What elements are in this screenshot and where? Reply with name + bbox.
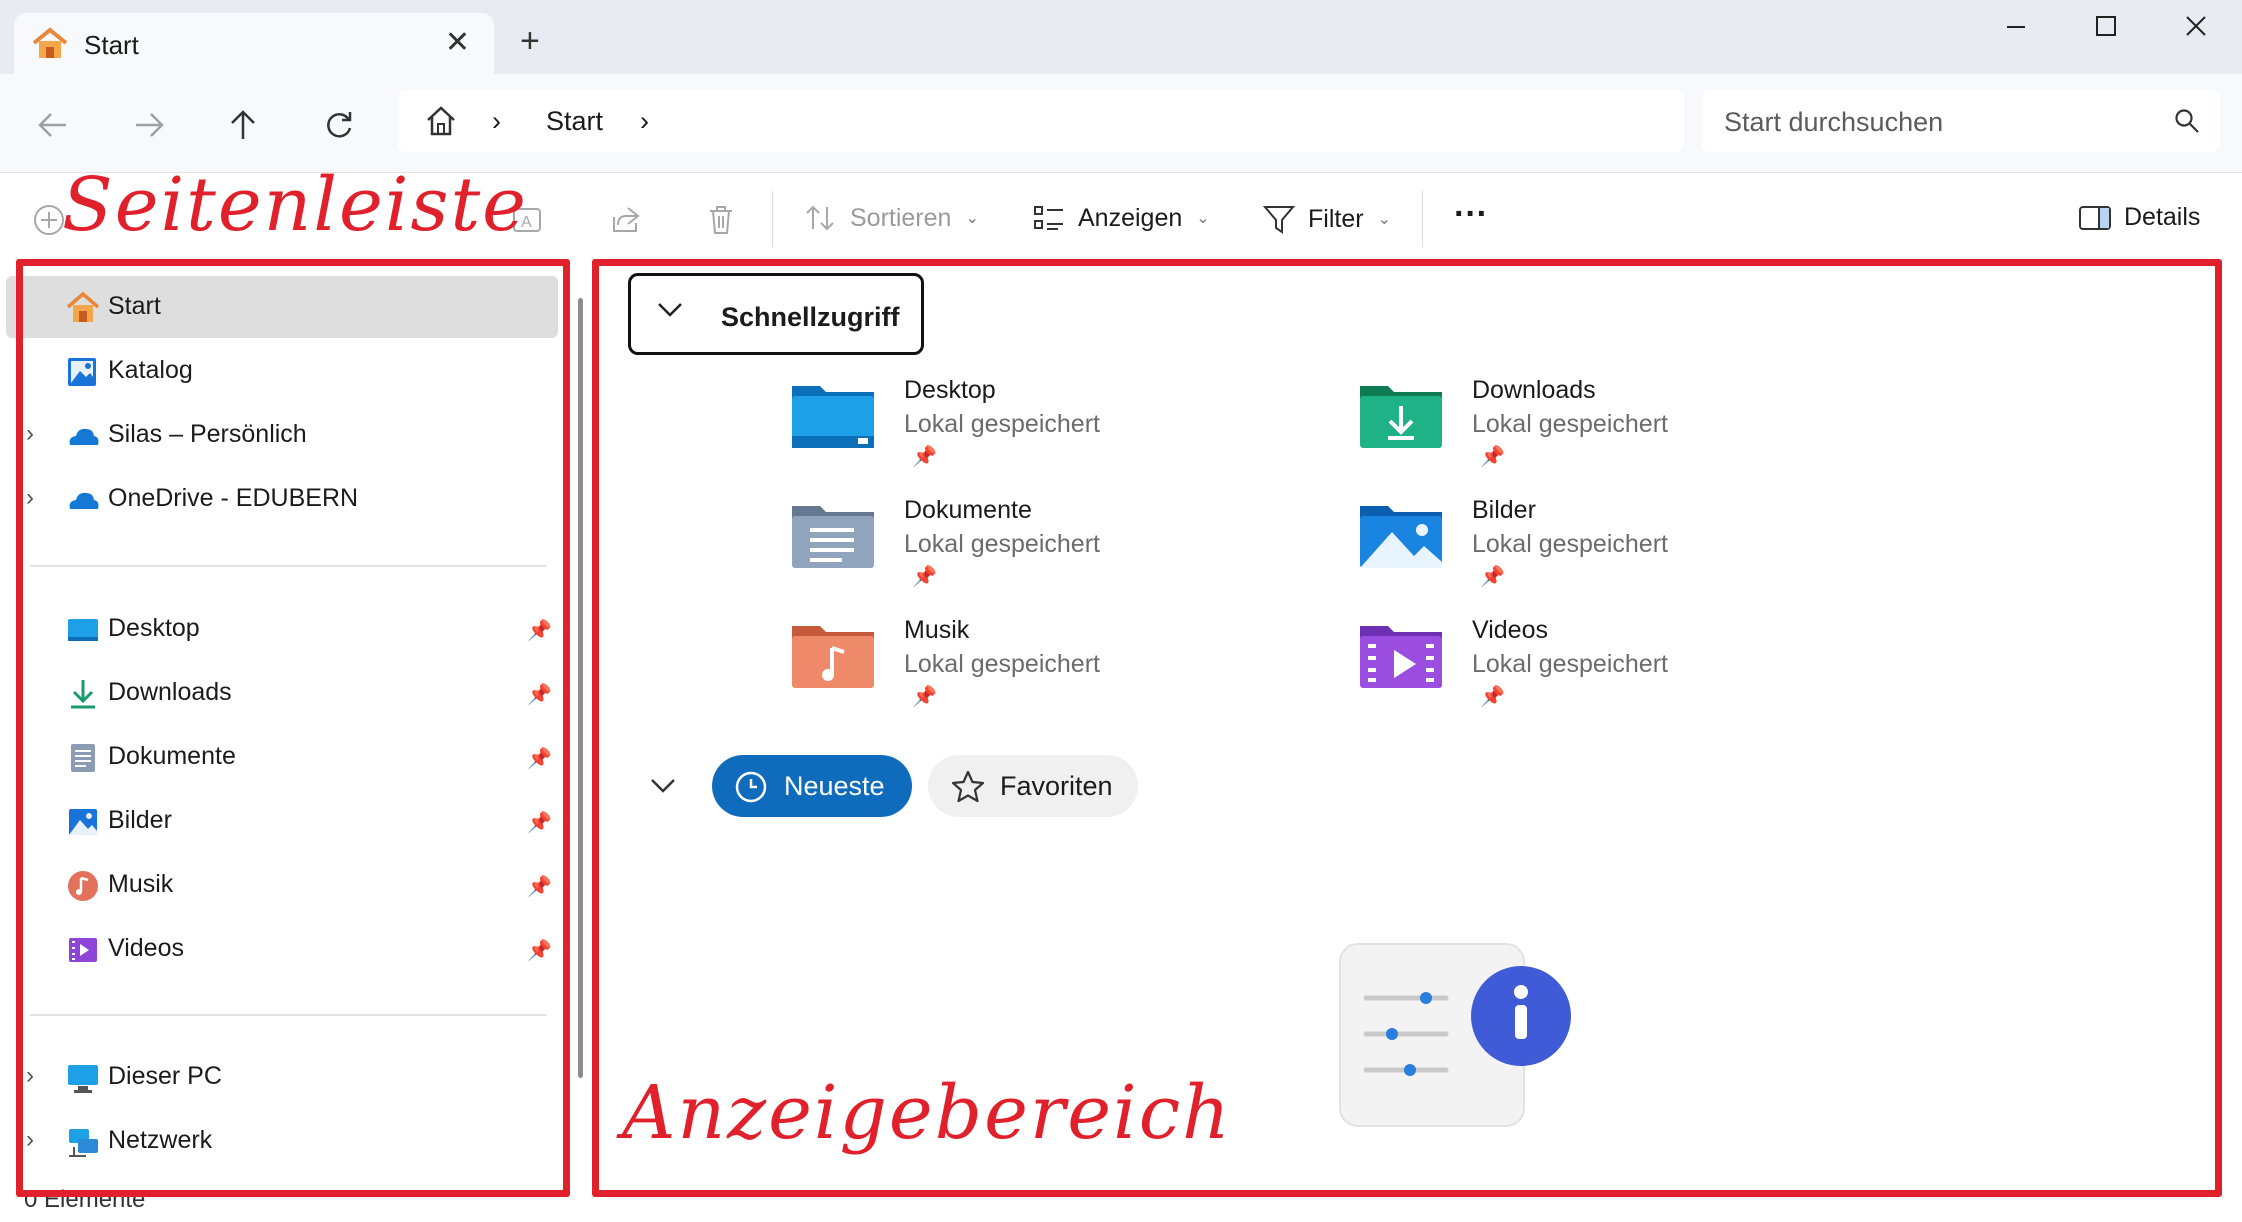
close-icon <box>2186 16 2206 36</box>
delete-icon[interactable] <box>704 203 738 237</box>
filter-icon <box>1262 206 1296 234</box>
close-button[interactable] <box>2166 6 2226 46</box>
share-icon[interactable] <box>608 203 642 237</box>
new-tab-button[interactable]: + <box>520 22 540 61</box>
arrow-right-icon <box>136 113 164 137</box>
refresh-icon <box>327 112 352 138</box>
filter-button[interactable]: Filter ⌄ <box>1262 203 1391 235</box>
maximize-button[interactable] <box>2076 6 2136 46</box>
up-button[interactable] <box>220 102 266 148</box>
sort-icon <box>806 205 834 231</box>
annotation-content-label: Anzeigebereich <box>622 1070 1232 1156</box>
forward-button[interactable] <box>126 102 172 148</box>
more-icon: ··· <box>1454 195 1488 233</box>
search-icon[interactable] <box>2174 108 2200 134</box>
title-bar: Start ✕ + <box>0 0 2242 74</box>
back-button[interactable] <box>30 102 76 148</box>
filter-label: Filter <box>1308 204 1364 233</box>
home-icon <box>32 27 68 58</box>
chevron-down-icon: ⌄ <box>1196 210 1210 227</box>
refresh-button[interactable] <box>316 102 362 148</box>
search-box[interactable]: Start durchsuchen <box>1702 90 2220 152</box>
minimize-button[interactable] <box>1986 6 2046 46</box>
view-icon <box>1034 206 1063 230</box>
arrow-up-icon <box>231 110 255 139</box>
address-bar[interactable]: › Start › <box>398 90 1684 152</box>
breadcrumb-separator[interactable]: › <box>640 106 649 137</box>
minimize-icon <box>2007 26 2025 28</box>
arrow-left-icon <box>38 113 66 137</box>
sort-label: Sortieren <box>850 203 952 232</box>
details-button[interactable]: Details <box>2078 203 2200 232</box>
new-icon[interactable] <box>32 203 66 237</box>
breadcrumb-start[interactable]: Start <box>546 106 603 137</box>
details-pane-icon <box>2079 205 2111 230</box>
view-label: Anzeigen <box>1078 203 1183 232</box>
view-button[interactable]: Anzeigen ⌄ <box>1032 203 1210 233</box>
sidebar-scrollbar[interactable] <box>578 298 583 1078</box>
annotation-sidebar-label: Seitenleiste <box>62 162 528 248</box>
tab-close-icon[interactable]: ✕ <box>445 25 470 60</box>
annotation-sidebar-frame <box>16 259 570 1197</box>
home-outline-icon[interactable] <box>424 104 458 138</box>
chevron-down-icon: ⌄ <box>1377 211 1391 228</box>
details-label: Details <box>2124 203 2201 231</box>
toolbar-divider <box>772 191 773 247</box>
annotation-content-frame <box>592 259 2222 1197</box>
search-placeholder[interactable]: Start durchsuchen <box>1724 107 1943 138</box>
tab-title: Start <box>84 30 139 60</box>
navigation-bar: › Start › Start durchsuchen <box>0 74 2242 172</box>
maximize-icon <box>2096 16 2116 36</box>
more-options-button[interactable]: ··· <box>1454 195 1488 234</box>
chevron-down-icon: ⌄ <box>965 210 979 227</box>
breadcrumb-separator[interactable]: › <box>492 106 501 137</box>
sort-button[interactable]: Sortieren ⌄ <box>804 203 979 233</box>
tab-start[interactable]: Start ✕ <box>14 13 494 74</box>
toolbar-divider <box>1422 191 1423 247</box>
